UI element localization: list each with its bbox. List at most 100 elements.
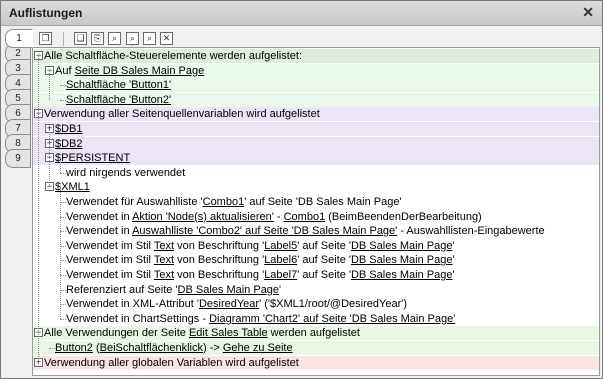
tree-text: Verwendet in XML-Attribut 'DesiredYear' … xyxy=(66,297,407,311)
tree-link[interactable]: DesiredYear xyxy=(199,298,259,310)
tree-label: Verwendet im Stil xyxy=(66,254,154,267)
tree-link[interactable]: Text xyxy=(154,240,174,252)
tree-connector xyxy=(49,348,55,349)
tree-label: ' auf Seite 'DB Sales Main Page' xyxy=(244,196,402,208)
tree-link[interactable]: Text xyxy=(154,254,174,266)
tree-text: Verwendet für Auswahlliste 'Combo1' auf … xyxy=(66,195,402,209)
tree-link[interactable]: BeiSchaltflächenklick xyxy=(100,342,203,354)
tree-text: Schaltfläche 'Button1' xyxy=(66,78,171,92)
listing-tree[interactable]: − Alle Schaltfläche-Steuerelemente werden… xyxy=(32,47,600,376)
tree-label: Verwendet im Stil xyxy=(66,269,154,281)
tree-node[interactable]: − Auf Seite DB Sales Main Page xyxy=(33,63,599,78)
tree-item[interactable]: Schaltfläche 'Button1' xyxy=(33,78,599,93)
tree-text: Verwendet im Stil Text von Beschriftung … xyxy=(66,239,455,253)
tree-link[interactable]: Auswahlliste 'Combo2' auf Seite 'DB Sale… xyxy=(132,225,397,237)
tree-link[interactable]: Schaltfläche 'Button1' xyxy=(66,79,171,91)
tree-item[interactable]: Verwendet in Auswahlliste 'Combo2' auf S… xyxy=(33,224,599,238)
tree-label: Referenziert auf Seite ' xyxy=(66,283,178,296)
tree-item[interactable]: Verwendet im Stil Text von Beschriftung … xyxy=(33,239,599,253)
tree-label: Verwendung aller globalen Variablen wird… xyxy=(44,356,299,369)
tree-link[interactable]: Label7 xyxy=(264,269,297,281)
side-tab-1[interactable]: 1 xyxy=(5,29,33,48)
tree-label: ' xyxy=(452,254,455,267)
tree-section-header[interactable]: + Verwendung aller globalen Variablen wir… xyxy=(33,355,599,370)
tree-label: Verwendet in ChartSettings - xyxy=(66,312,210,325)
tree-node[interactable]: + $DB1 xyxy=(33,122,599,136)
tree-link[interactable]: Diagramm 'Chart2' auf Seite 'DB Sales Ma… xyxy=(209,313,455,325)
tree-text: Verwendet im Stil Text von Beschriftung … xyxy=(66,253,455,267)
tree-node[interactable]: − $PERSISTENT xyxy=(33,151,599,166)
tree-link[interactable]: Gehe zu Seite xyxy=(223,342,293,354)
tree-node[interactable]: + $DB2 xyxy=(33,136,599,151)
tree-link[interactable]: DB Sales Main Page xyxy=(351,269,453,281)
tree-label: ' xyxy=(452,269,455,281)
tree-item[interactable]: Schaltfläche 'Button2' xyxy=(33,92,599,107)
title-bar: Auflistungen ✕ xyxy=(1,1,602,26)
tree-text: Verwendet in Auswahlliste 'Combo2' auf S… xyxy=(66,224,545,238)
tree-text: Verwendung aller Seitenquellenvariablen … xyxy=(44,107,320,121)
tree-label: Verwendet im Stil xyxy=(66,239,154,252)
tree-label: Verwendet in XML-Attribut ' xyxy=(66,298,199,311)
tree-link[interactable]: Schaltfläche 'Button2' xyxy=(66,94,171,106)
tree-connector xyxy=(60,172,66,174)
tree-label: Auf xyxy=(55,64,75,77)
tree-label: ' xyxy=(452,239,455,252)
tree-text: Button2 (BeiSchaltflächenklick) -> Gehe … xyxy=(55,341,293,355)
tree-link[interactable]: $DB1 xyxy=(55,123,83,135)
tree-label: Alle Schaltfläche-Steuerelemente werden … xyxy=(44,50,303,62)
tree-text: $DB1 xyxy=(55,122,83,136)
tree-link[interactable]: $DB2 xyxy=(55,138,83,150)
close-icon[interactable]: ✕ xyxy=(582,4,594,21)
copy-all-icon[interactable]: ❑ xyxy=(74,32,87,45)
tree-item[interactable]: Verwendet im Stil Text von Beschriftung … xyxy=(33,253,599,267)
find-next-icon[interactable]: ⌕ xyxy=(126,32,139,45)
tree-link[interactable]: Combo1 xyxy=(203,196,245,208)
copy-icon[interactable]: ❐ xyxy=(39,32,52,45)
tree-connector xyxy=(60,318,66,320)
tree-link[interactable]: Label5 xyxy=(264,240,297,252)
tree-text: $DB2 xyxy=(55,137,83,151)
tree-link[interactable]: DB Sales Main Page xyxy=(351,240,453,252)
delete-icon[interactable]: ✕ xyxy=(160,32,173,45)
tree-item[interactable]: Verwendet im Stil Text von Beschriftung … xyxy=(33,268,599,282)
tree-link[interactable]: Seite DB Sales Main Page xyxy=(75,65,205,77)
tree-link[interactable]: Aktion 'Node(s) aktualisieren' xyxy=(132,211,274,223)
tree-link[interactable]: DB Sales Main Page xyxy=(351,254,453,266)
tree-section-header[interactable]: − Alle Verwendungen der Seite Edit Sales … xyxy=(33,326,599,341)
tree-section-header[interactable]: − Alle Schaltfläche-Steuerelemente werden… xyxy=(33,49,599,63)
tree-label: wird nirgends verwendet xyxy=(66,166,186,179)
tree-item[interactable]: Verwendet in XML-Attribut 'DesiredYear' … xyxy=(33,297,599,311)
tree-link[interactable]: Button2 xyxy=(55,342,93,354)
tree-link[interactable]: Text xyxy=(154,269,174,281)
tree-text: Alle Schaltfläche-Steuerelemente werden … xyxy=(44,49,302,63)
tree-connector xyxy=(60,85,66,87)
paste-icon[interactable]: ⎘ xyxy=(91,32,104,45)
tree-item[interactable]: Verwendet in ChartSettings - Diagramm 'C… xyxy=(33,312,599,326)
tree-link[interactable]: Edit Sales Table xyxy=(189,327,268,339)
tree-link[interactable]: DB Sales Main Page xyxy=(178,284,280,296)
side-tabs: 123456789 xyxy=(5,29,33,229)
tree-label: Verwendung aller Seitenquellenvariablen … xyxy=(44,108,320,121)
tree-item[interactable]: Verwendet für Auswahlliste 'Combo1' auf … xyxy=(33,195,599,209)
tree-guide-line xyxy=(38,56,39,363)
tree-item[interactable]: Button2 (BeiSchaltflächenklick) -> Gehe … xyxy=(33,341,599,355)
tree-node[interactable]: − $XML1 xyxy=(33,180,599,194)
tree-link[interactable]: $PERSISTENT xyxy=(55,152,130,164)
tree-label: von Beschriftung ' xyxy=(174,269,265,281)
tree-link[interactable]: Label6 xyxy=(264,254,297,266)
tree-section-header[interactable]: − Verwendung aller Seitenquellenvariablen… xyxy=(33,107,599,122)
find-prev-icon[interactable]: ⌕ xyxy=(143,32,156,45)
tree-item[interactable]: Referenziert auf Seite 'DB Sales Main Pa… xyxy=(33,283,599,297)
tree-link[interactable]: Combo1 xyxy=(284,211,326,223)
tree-label: ( xyxy=(92,342,100,354)
tree-label: ' auf Seite ' xyxy=(297,254,351,267)
tree-label: Alle Verwendungen der Seite xyxy=(44,327,189,340)
tree-label: Verwendet in xyxy=(66,225,133,238)
tree-guide-line xyxy=(60,158,61,173)
find-icon[interactable]: ⌕ xyxy=(108,32,121,45)
tree-guide-line xyxy=(49,70,50,100)
tree-item[interactable]: Verwendet in Aktion 'Node(s) aktualisier… xyxy=(33,210,599,224)
side-tab-9[interactable]: 9 xyxy=(5,149,31,168)
tree-item[interactable]: wird nirgends verwendet xyxy=(33,166,599,180)
tree-label: ' auf Seite ' xyxy=(297,269,351,281)
